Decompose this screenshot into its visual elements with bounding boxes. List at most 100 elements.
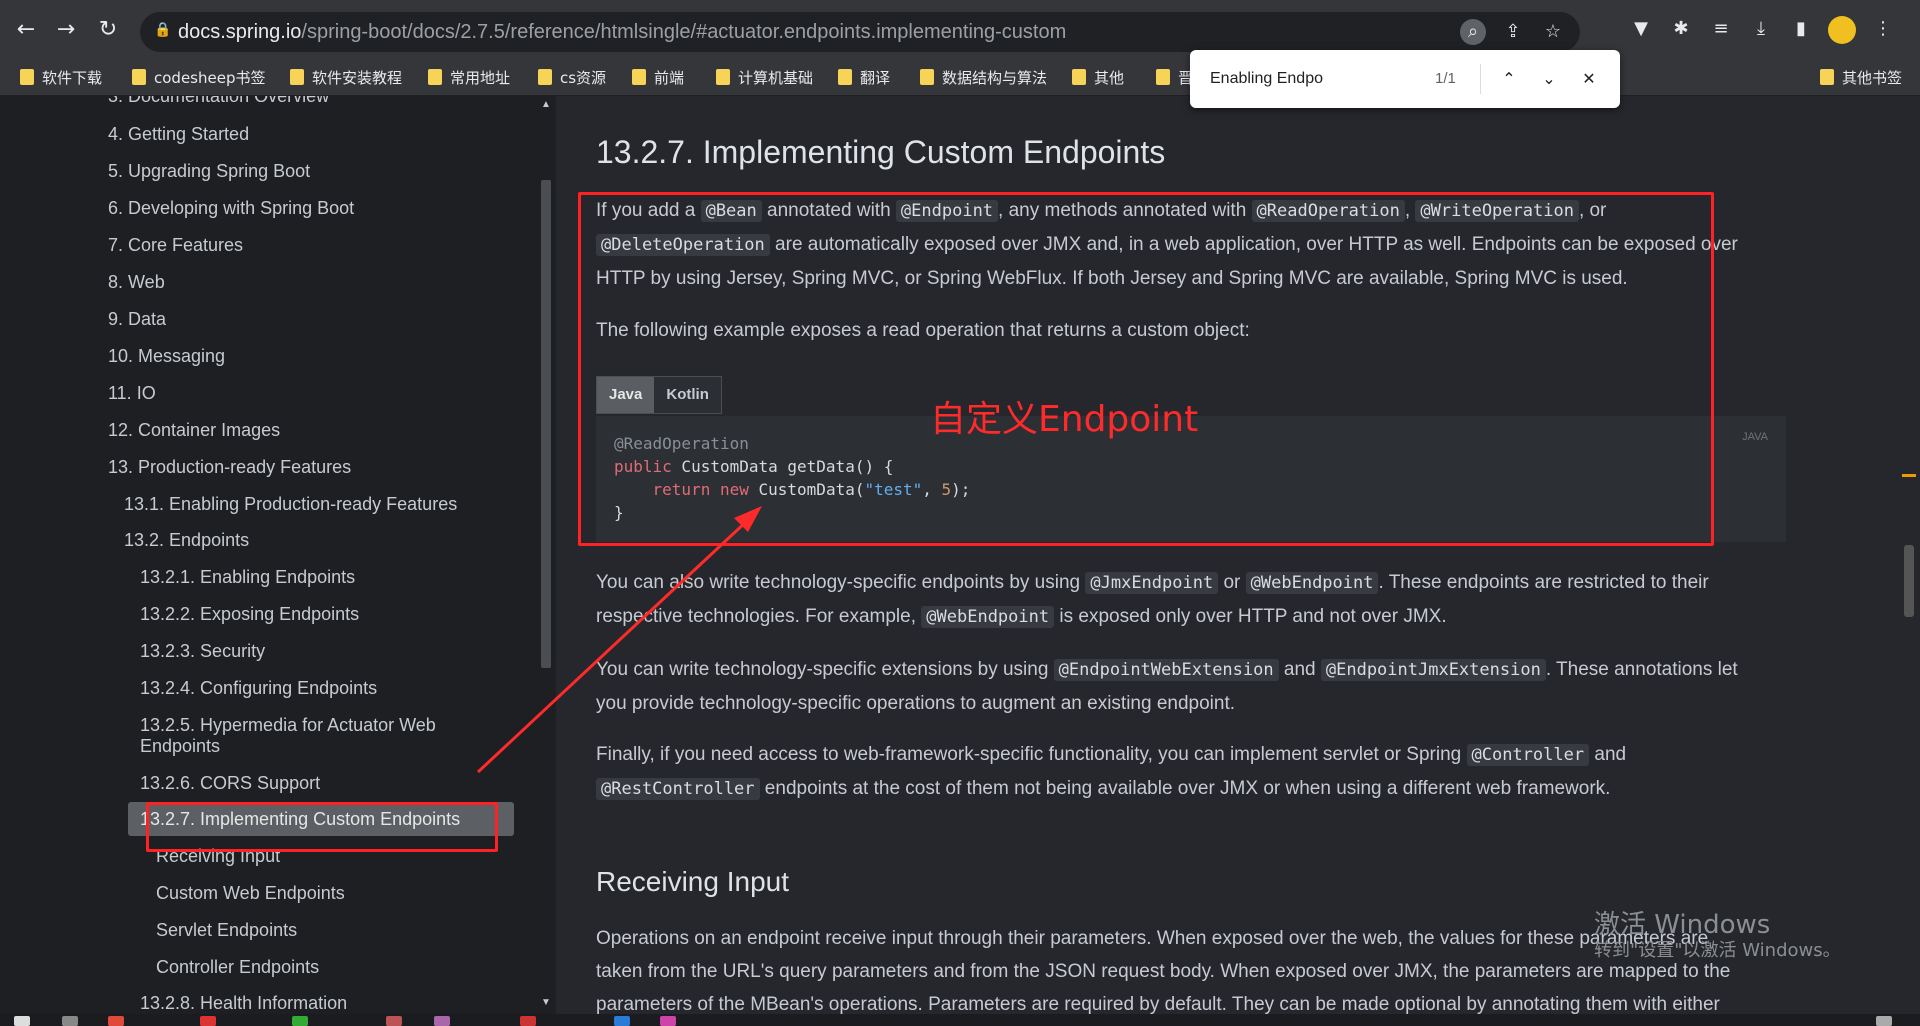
inline-code: @WebEndpoint — [1245, 572, 1379, 594]
inline-code: @JmxEndpoint — [1085, 572, 1219, 594]
reading-list-icon[interactable]: ≡ — [1708, 16, 1734, 42]
toc-item[interactable]: Servlet Endpoints — [156, 920, 297, 941]
toc-item[interactable]: Controller Endpoints — [156, 957, 319, 978]
app-icon[interactable] — [660, 1016, 676, 1026]
page-scrollbar[interactable] — [1896, 96, 1920, 1014]
toc-item[interactable]: 13.2.3. Security — [140, 641, 265, 662]
page-scroll-thumb[interactable] — [1904, 545, 1914, 617]
bookmark-star-icon[interactable]: ☆ — [1540, 19, 1566, 45]
windows-start-icon[interactable] — [14, 1016, 30, 1026]
toc-item[interactable]: 11. IO — [108, 383, 156, 404]
chrome-icon[interactable] — [108, 1016, 124, 1026]
bookmark-label: 常用地址 — [450, 68, 511, 87]
paragraph-tech-endpoints: You can also write technology-specific e… — [596, 572, 1709, 628]
menu-icon[interactable]: ⋮ — [1870, 16, 1896, 42]
address-bar[interactable]: 🔒 docs.spring.io/spring-boot/docs/2.7.5/… — [140, 12, 1580, 52]
toc-item[interactable]: 13. Production-ready Features — [108, 457, 351, 478]
toc-item[interactable]: 13.2.1. Enabling Endpoints — [140, 567, 355, 588]
toc-item[interactable]: 7. Core Features — [108, 235, 243, 256]
toc-item[interactable]: 13.2.5. Hypermedia for Actuator Web Endp… — [140, 715, 470, 757]
close-icon[interactable]: ✕ — [1574, 64, 1604, 94]
scroll-up-icon[interactable]: ▲ — [540, 100, 552, 110]
activation-watermark-subtitle: 转到"设置"以激活 Windows。 — [1594, 940, 1841, 961]
sidebar-scroll-thumb[interactable] — [541, 180, 551, 668]
bookmark-item[interactable]: 软件下载 — [20, 66, 102, 88]
toc-item[interactable]: 13.2.2. Exposing Endpoints — [140, 604, 359, 625]
toc-item[interactable]: 13.2.8. Health Information — [140, 993, 347, 1014]
toc-item[interactable]: 13.1. Enabling Production-ready Features — [124, 494, 457, 515]
scroll-down-icon[interactable]: ▼ — [540, 998, 552, 1008]
sidebar-scrollbar[interactable]: ▲ ▼ — [536, 96, 556, 1014]
paragraph-extensions: You can write technology-specific extens… — [596, 659, 1738, 714]
bookmark-label: 其他 — [1094, 68, 1125, 87]
folder-icon — [538, 69, 552, 85]
bookmark-item[interactable]: 晋 — [1156, 66, 1193, 88]
app-icon[interactable] — [292, 1016, 308, 1026]
toc-item[interactable]: 9. Data — [108, 309, 166, 330]
search-icon[interactable] — [62, 1016, 78, 1026]
lock-icon[interactable]: 🔒 — [154, 22, 171, 40]
toc-item[interactable]: 6. Developing with Spring Boot — [108, 198, 354, 219]
reload-icon[interactable]: ↻ — [94, 16, 122, 44]
bookmark-item[interactable]: 计算机基础 — [716, 66, 813, 88]
folder-icon — [920, 69, 934, 85]
toc-item[interactable]: 13.2.6. CORS Support — [140, 773, 320, 794]
toc-item[interactable]: 5. Upgrading Spring Boot — [108, 161, 310, 182]
app-icon[interactable] — [386, 1016, 402, 1026]
bookmark-label: cs资源 — [560, 68, 607, 87]
bookmark-item[interactable]: 常用地址 — [428, 66, 510, 88]
url-path: /spring-boot/docs/2.7.5/reference/htmlsi… — [301, 21, 1067, 43]
avatar[interactable] — [1828, 16, 1856, 44]
folder-icon — [632, 69, 646, 85]
puzzle-icon[interactable]: ✱ — [1668, 16, 1694, 42]
bookmark-label: 计算机基础 — [738, 68, 814, 87]
find-input[interactable]: Enabling Endpo — [1210, 70, 1323, 88]
folder-icon — [132, 69, 146, 85]
browser-toolbar: ← → ↻ 🔒 docs.spring.io/spring-boot/docs/… — [0, 0, 1920, 58]
bookmark-item[interactable]: 软件安装教程 — [290, 66, 402, 88]
bookmark-item[interactable]: codesheep书签 — [132, 66, 265, 88]
chevron-down-icon[interactable]: ⌄ — [1534, 64, 1564, 94]
inline-code: @EndpointWebExtension — [1053, 659, 1279, 681]
toc-item[interactable]: 12. Container Images — [108, 420, 280, 441]
folder-icon — [20, 69, 34, 85]
bookmark-item[interactable]: cs资源 — [538, 66, 606, 88]
toc-item[interactable]: 10. Messaging — [108, 346, 225, 367]
code-language-label: JAVA — [1742, 431, 1768, 443]
share-icon[interactable]: ⇪ — [1500, 19, 1526, 45]
bookmark-item-other[interactable]: 其他书签 — [1820, 66, 1902, 88]
forward-icon[interactable]: → — [52, 16, 80, 44]
divider — [1480, 64, 1481, 94]
toc-item[interactable]: 4. Getting Started — [108, 124, 249, 145]
toc-sidebar: 3. Documentation Overview 4. Getting Sta… — [0, 96, 556, 1014]
back-icon[interactable]: ← — [12, 16, 40, 44]
folder-icon — [1156, 69, 1170, 85]
app-icon[interactable] — [200, 1016, 216, 1026]
bookmark-item[interactable]: 数据结构与算法 — [920, 66, 1047, 88]
bookmark-label: 数据结构与算法 — [942, 68, 1048, 87]
find-in-page-icon[interactable]: ⌕ — [1460, 19, 1486, 45]
bookmark-label: 翻译 — [860, 68, 891, 87]
bookmark-label: 软件下载 — [42, 68, 103, 87]
download-icon[interactable]: ⤓ — [1748, 16, 1774, 42]
inline-code: @RestController — [596, 778, 760, 800]
bookmark-item[interactable]: 翻译 — [838, 66, 890, 88]
notification-icon[interactable] — [1876, 1016, 1892, 1026]
toc-item[interactable]: 3. Documentation Overview — [108, 96, 329, 107]
vscode-icon[interactable] — [614, 1016, 630, 1026]
subsection-heading: Receiving Input — [596, 866, 790, 897]
toc-item[interactable]: Custom Web Endpoints — [156, 883, 345, 904]
folder-icon — [1072, 69, 1086, 85]
toc-item[interactable]: 13.2. Endpoints — [124, 530, 249, 551]
url-text[interactable]: docs.spring.io/spring-boot/docs/2.7.5/re… — [178, 21, 1066, 44]
bookmark-item[interactable]: 其他 — [1072, 66, 1124, 88]
extension-vue-icon[interactable]: ▼ — [1628, 16, 1654, 42]
section-heading: 13.2.7. Implementing Custom Endpoints — [596, 134, 1166, 170]
app-icon[interactable] — [434, 1016, 450, 1026]
toc-item[interactable]: 8. Web — [108, 272, 165, 293]
app-icon[interactable] — [520, 1016, 536, 1026]
toc-item[interactable]: 13.2.4. Configuring Endpoints — [140, 678, 377, 699]
sidebar-icon[interactable]: ▮ — [1788, 16, 1814, 42]
chevron-up-icon[interactable]: ⌃ — [1494, 64, 1524, 94]
bookmark-item[interactable]: 前端 — [632, 66, 684, 88]
